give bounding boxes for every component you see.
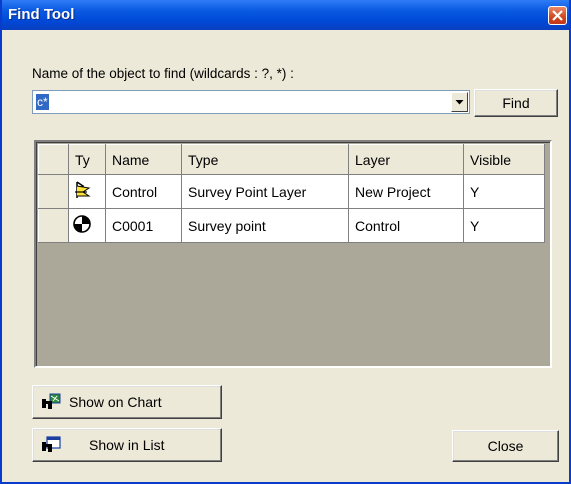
cell-name: C0001 — [105, 208, 182, 243]
survey-layer-icon — [68, 174, 106, 209]
chevron-down-icon[interactable] — [451, 92, 468, 112]
column-header-layer[interactable]: Layer — [348, 144, 464, 175]
cell-visible: Y — [463, 174, 545, 209]
survey-point-icon — [68, 208, 106, 243]
cell-type: Survey Point Layer — [181, 174, 349, 209]
title-bar[interactable]: Find Tool — [2, 0, 569, 30]
show-in-list-label: Show in List — [89, 437, 165, 453]
close-button-label: Close — [487, 438, 524, 454]
show-in-list-button[interactable]: Show in List — [32, 428, 222, 462]
window-title: Find Tool — [8, 6, 75, 23]
column-header-visible[interactable]: Visible — [463, 144, 545, 175]
row-selector[interactable] — [38, 174, 69, 209]
close-window-icon[interactable] — [548, 6, 567, 25]
row-selector[interactable] — [38, 208, 69, 243]
cell-name: Control — [105, 174, 182, 209]
list-binoculars-icon — [41, 436, 61, 457]
column-header-type[interactable]: Ty — [68, 144, 106, 175]
cell-layer: Control — [348, 208, 464, 243]
find-tool-window: Find Tool Name of the object to find (wi… — [0, 0, 571, 484]
header-row-selector[interactable] — [38, 144, 69, 175]
cell-layer: New Project — [348, 174, 464, 209]
chart-binoculars-icon — [41, 393, 61, 414]
find-button[interactable]: Find — [474, 89, 558, 117]
search-input[interactable]: c* — [32, 90, 470, 114]
column-header-name[interactable]: Name — [105, 144, 182, 175]
column-header-object-type[interactable]: Type — [181, 144, 349, 175]
show-on-chart-button[interactable]: Show on Chart — [32, 385, 222, 419]
results-grid[interactable]: Ty Name Type Layer Visible Control Surve… — [34, 140, 552, 368]
results-table: Ty Name Type Layer Visible Control Surve… — [38, 144, 545, 243]
search-label: Name of the object to find (wildcards : … — [32, 66, 294, 81]
search-input-value: c* — [36, 94, 49, 110]
find-button-label: Find — [502, 95, 530, 111]
show-on-chart-label: Show on Chart — [69, 394, 162, 410]
table-row[interactable]: Control Survey Point Layer New Project Y — [38, 174, 545, 209]
close-button[interactable]: Close — [452, 430, 559, 462]
cell-visible: Y — [463, 208, 545, 243]
cell-type: Survey point — [181, 208, 349, 243]
table-row[interactable]: C0001 Survey point Control Y — [38, 208, 545, 243]
results-header-row: Ty Name Type Layer Visible — [38, 144, 545, 175]
